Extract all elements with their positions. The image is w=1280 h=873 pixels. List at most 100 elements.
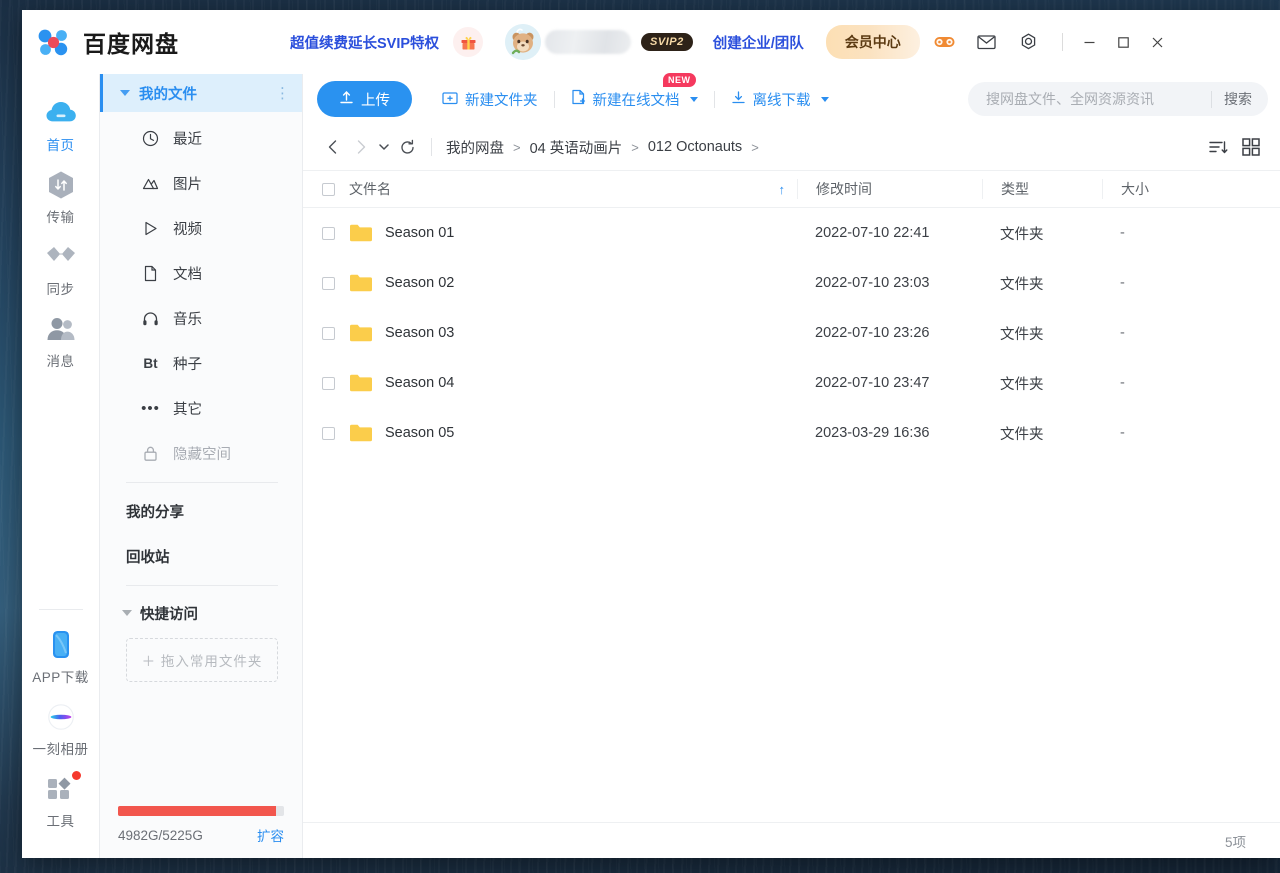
row-size-cell: - — [1120, 225, 1125, 241]
tree-list: 最近 图片 视频 文档 音乐 Bt 种子 ••• 其它 隐藏空间 我的分享 回收… — [100, 112, 302, 682]
vip-center-button[interactable]: 会员中心 — [825, 25, 920, 59]
column-header-size[interactable]: 大小 — [1102, 179, 1220, 199]
gamepad-icon[interactable] — [928, 25, 962, 59]
maximize-button[interactable] — [1107, 27, 1141, 57]
table-header: 文件名 ↑ 修改时间 类型 大小 — [303, 170, 1280, 208]
history-dropdown-button[interactable] — [375, 133, 393, 161]
column-header-size-label: 大小 — [1121, 181, 1149, 197]
left-rail: 首页 传输 同步 消息 APP下载 一刻相册 工具 — [22, 74, 100, 858]
tree-item-recent[interactable]: 最近 — [100, 116, 302, 161]
promo-link[interactable]: 超值续费延长SVIP特权 — [290, 32, 439, 53]
tree-item-pictures[interactable]: 图片 — [100, 161, 302, 206]
column-header-name[interactable]: 文件名 ↑ — [349, 179, 797, 199]
refresh-button[interactable] — [393, 133, 421, 161]
chevron-down-icon — [120, 90, 130, 96]
gift-icon[interactable] — [453, 27, 484, 57]
column-header-modified[interactable]: 修改时间 — [797, 179, 982, 199]
upload-button[interactable]: 上传 — [317, 81, 412, 117]
table-row[interactable]: Season 03 2022-07-10 23:26 文件夹 - — [303, 308, 1280, 358]
tree-header-label: 我的文件 — [139, 86, 197, 103]
row-modified-cell: 2022-07-10 23:03 — [815, 275, 930, 291]
row-type-cell: 文件夹 — [1000, 276, 1044, 293]
rail-item-message[interactable]: 消息 — [22, 304, 99, 376]
rail-label-tools: 工具 — [46, 814, 75, 829]
create-team-link[interactable]: 创建企业/团队 — [713, 32, 804, 53]
rail-label-transfer: 传输 — [46, 210, 75, 225]
sort-indicator-icon: ↑ — [778, 181, 786, 197]
rail-item-transfer[interactable]: 传输 — [22, 160, 99, 232]
tree-item-my-shares[interactable]: 我的分享 — [100, 489, 302, 534]
rail-item-tools[interactable]: 工具 — [22, 764, 99, 836]
dropzone-label: ＋ 拖入常用文件夹 — [141, 654, 263, 669]
column-header-type[interactable]: 类型 — [982, 179, 1102, 199]
offline-download-button[interactable]: 离线下载 — [729, 85, 831, 114]
breadcrumb: 我的网盘 > 04 英语动画片 > 012 Octonauts > — [446, 137, 768, 158]
breadcrumb-item-root[interactable]: 我的网盘 — [446, 137, 504, 158]
gear-icon[interactable] — [1012, 25, 1046, 59]
file-list[interactable]: Season 01 2022-07-10 22:41 文件夹 - Season … — [303, 208, 1280, 822]
rail-item-album[interactable]: 一刻相册 — [22, 692, 99, 764]
forward-button[interactable] — [347, 133, 375, 161]
expand-storage-link[interactable]: 扩容 — [257, 825, 284, 845]
row-name-cell[interactable]: Season 02 — [349, 273, 797, 293]
phone-icon — [45, 629, 77, 661]
grid-view-icon[interactable] — [1242, 138, 1260, 156]
svip-badge[interactable]: SVIP2 — [641, 33, 693, 51]
folder-icon — [349, 273, 373, 293]
breadcrumb-item-1[interactable]: 04 英语动画片 — [530, 137, 623, 158]
select-all-checkbox[interactable] — [321, 182, 335, 196]
table-row[interactable]: Season 04 2022-07-10 23:47 文件夹 - — [303, 358, 1280, 408]
row-modified-cell: 2023-03-29 16:36 — [815, 425, 930, 441]
row-name-cell[interactable]: Season 05 — [349, 423, 797, 443]
breadcrumb-separator: > — [513, 139, 521, 155]
new-badge: NEW — [663, 72, 696, 87]
tree-item-videos[interactable]: 视频 — [100, 206, 302, 251]
row-type-cell: 文件夹 — [1000, 426, 1044, 443]
sort-descending-icon[interactable] — [1209, 139, 1228, 156]
rail-item-home[interactable]: 首页 — [22, 88, 99, 160]
new-online-doc-button[interactable]: 新建在线文档 NEW — [569, 72, 700, 114]
row-checkbox[interactable] — [321, 376, 335, 390]
row-name-cell[interactable]: Season 03 — [349, 323, 797, 343]
row-checkbox[interactable] — [321, 326, 335, 340]
row-checkbox[interactable] — [321, 276, 335, 290]
avatar[interactable] — [505, 24, 542, 60]
file-name: Season 03 — [385, 325, 455, 341]
table-row[interactable]: Season 01 2022-07-10 22:41 文件夹 - — [303, 208, 1280, 258]
tree-item-hidden-space[interactable]: 隐藏空间 — [100, 431, 302, 476]
row-name-cell[interactable]: Season 01 — [349, 223, 797, 243]
storage-row: 4982G/5225G 扩容 — [118, 825, 284, 845]
close-button[interactable] — [1141, 27, 1175, 57]
tree-group-quick-access[interactable]: 快捷访问 — [100, 592, 302, 634]
quick-access-dropzone[interactable]: ＋ 拖入常用文件夹 — [126, 638, 278, 682]
tree-item-documents[interactable]: 文档 — [100, 251, 302, 296]
new-online-doc-label: 新建在线文档 — [592, 92, 680, 109]
download-icon — [731, 90, 746, 109]
row-name-cell[interactable]: Season 04 — [349, 373, 797, 393]
tree-item-music[interactable]: 音乐 — [100, 296, 302, 341]
tree-item-recycle-bin[interactable]: 回收站 — [100, 534, 302, 579]
chevron-down-icon — [820, 96, 829, 102]
tree-header-my-files[interactable]: 我的文件 ⋮ — [100, 74, 302, 112]
tree-item-other[interactable]: ••• 其它 — [100, 386, 302, 431]
rail-item-sync[interactable]: 同步 — [22, 232, 99, 304]
search-box[interactable]: 搜索 — [968, 82, 1268, 116]
mail-icon[interactable] — [970, 25, 1004, 59]
search-input[interactable] — [986, 91, 1205, 107]
minimize-button[interactable] — [1073, 27, 1107, 57]
rail-item-app-download[interactable]: APP下载 — [22, 620, 99, 692]
chevron-down-icon — [122, 610, 132, 616]
breadcrumb-item-2[interactable]: 012 Octonauts — [648, 139, 742, 155]
back-button[interactable] — [319, 133, 347, 161]
row-checkbox[interactable] — [321, 226, 335, 240]
action-bar: 上传 新建文件夹 新建在线文档 NEW 离线下载 搜网盘文件、全网资源资讯 搜索 — [303, 72, 1280, 124]
new-folder-button[interactable]: 新建文件夹 — [440, 85, 540, 114]
row-select-cell — [303, 376, 349, 390]
tree-item-torrent[interactable]: Bt 种子 — [100, 341, 302, 386]
user-block[interactable]: SVIP2 — [505, 24, 693, 60]
table-row[interactable]: Season 02 2022-07-10 23:03 文件夹 - — [303, 258, 1280, 308]
row-checkbox[interactable] — [321, 426, 335, 440]
table-row[interactable]: Season 05 2023-03-29 16:36 文件夹 - — [303, 408, 1280, 458]
more-vertical-icon[interactable]: ⋮ — [275, 86, 290, 101]
search-button[interactable]: 搜索 — [1224, 89, 1264, 109]
